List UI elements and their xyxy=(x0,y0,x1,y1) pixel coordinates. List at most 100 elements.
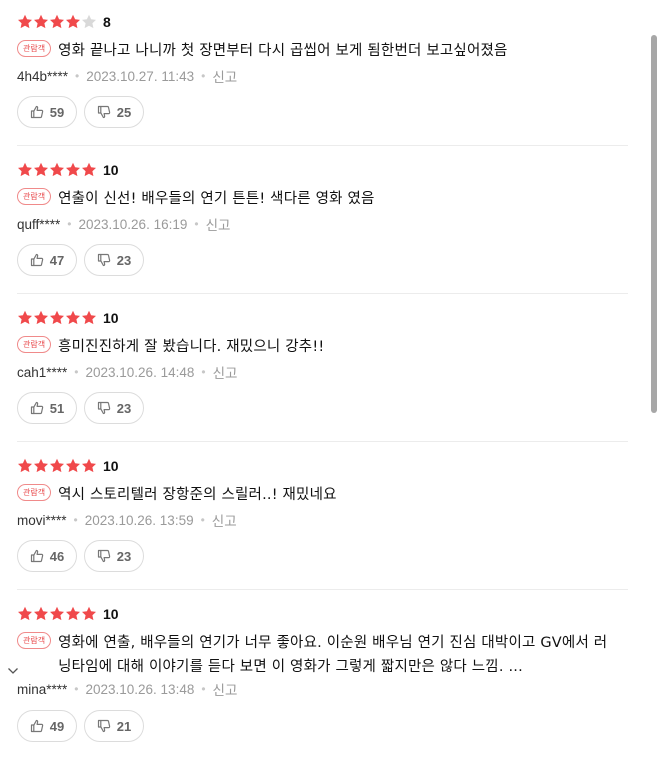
review-author: quff**** xyxy=(17,216,61,232)
report-link[interactable]: 신고 xyxy=(213,362,238,382)
viewer-badge: 관람객 xyxy=(17,632,52,649)
separator-dot: • xyxy=(67,217,72,231)
review-meta: mina**** • 2023.10.26. 13:48 • 신고 xyxy=(17,679,237,699)
like-button[interactable]: 47 xyxy=(17,244,77,276)
thumbs-up-icon xyxy=(30,401,50,415)
dislike-button[interactable]: 23 xyxy=(84,244,144,276)
dislike-count: 25 xyxy=(116,104,132,120)
review-text-row: 관람객 흥미진진하게 잘 봤습니다. 재밌으니 강추!! xyxy=(17,335,626,359)
report-link[interactable]: 신고 xyxy=(213,679,238,699)
rating-row: 8 xyxy=(17,13,111,31)
vote-buttons: 47 23 xyxy=(17,244,144,276)
star-filled-icon xyxy=(33,162,49,178)
dislike-count: 23 xyxy=(116,252,132,268)
review-score: 8 xyxy=(103,14,111,30)
thumbs-up-icon xyxy=(30,549,50,563)
review-meta: movi**** • 2023.10.26. 13:59 • 신고 xyxy=(17,510,237,530)
rating-row: 10 xyxy=(17,161,119,179)
star-filled-icon xyxy=(33,458,49,474)
review-date: 2023.10.26. 13:59 xyxy=(84,512,194,528)
review-score: 10 xyxy=(103,310,119,326)
report-link[interactable]: 신고 xyxy=(206,214,231,234)
star-filled-icon xyxy=(65,14,81,30)
review-author: cah1**** xyxy=(17,364,68,380)
rating-row: 10 xyxy=(17,605,119,623)
review-text: 영화에 연출, 배우들의 연기가 너무 좋아요. 이순원 배우님 연기 진심 대… xyxy=(58,635,608,675)
like-button[interactable]: 59 xyxy=(17,96,77,128)
review-author: 4h4b**** xyxy=(17,68,69,84)
dislike-button[interactable]: 25 xyxy=(84,96,144,128)
review-meta: cah1**** • 2023.10.26. 14:48 • 신고 xyxy=(17,362,237,382)
viewer-badge: 관람객 xyxy=(17,484,52,501)
viewer-badge: 관람객 xyxy=(17,188,52,205)
separator-dot: • xyxy=(74,365,79,379)
review-score: 10 xyxy=(103,458,119,474)
vote-buttons: 51 23 xyxy=(17,392,144,424)
viewer-badge: 관람객 xyxy=(17,40,52,57)
dislike-count: 21 xyxy=(116,718,132,734)
review-date: 2023.10.26. 16:19 xyxy=(78,216,188,232)
like-count: 49 xyxy=(49,718,65,734)
star-filled-icon xyxy=(49,162,65,178)
star-filled-icon xyxy=(17,14,33,30)
vote-buttons: 59 25 xyxy=(17,96,144,128)
review-author: mina**** xyxy=(17,681,68,697)
star-filled-icon xyxy=(33,14,49,30)
rating-row: 10 xyxy=(17,309,119,327)
review-text-row: 관람객 연출이 신선! 배우들의 연기 튼튼! 색다른 영화 였음 xyxy=(17,187,626,211)
review-score: 10 xyxy=(103,606,119,622)
star-rating xyxy=(17,162,97,178)
star-rating xyxy=(17,458,97,474)
separator-dot: • xyxy=(201,682,206,696)
star-filled-icon xyxy=(65,458,81,474)
separator-dot: • xyxy=(200,513,205,527)
review-item: 10 관람객 연출이 신선! 배우들의 연기 튼튼! 색다른 영화 였음 quff**… xyxy=(0,148,646,296)
star-rating xyxy=(17,310,97,326)
like-button[interactable]: 51 xyxy=(17,392,77,424)
star-filled-icon xyxy=(49,310,65,326)
divider xyxy=(17,441,628,442)
thumbs-down-icon xyxy=(97,549,117,563)
review-date: 2023.10.26. 13:48 xyxy=(85,681,195,697)
separator-dot: • xyxy=(201,365,206,379)
report-link[interactable]: 신고 xyxy=(212,66,237,86)
thumbs-down-icon xyxy=(97,719,117,733)
dislike-button[interactable]: 23 xyxy=(84,392,144,424)
thumbs-up-icon xyxy=(30,253,50,267)
thumbs-down-icon xyxy=(97,401,117,415)
review-list: 8 관람객 영화 끝나고 나니까 첫 장면부터 다시 곱씹어 보게 됨한번더 보고싶… xyxy=(0,0,646,762)
report-link[interactable]: 신고 xyxy=(212,510,237,530)
dislike-count: 23 xyxy=(116,548,132,564)
review-score: 10 xyxy=(103,162,119,178)
separator-dot: • xyxy=(73,513,78,527)
thumbs-down-icon xyxy=(97,105,117,119)
thumbs-up-icon xyxy=(30,719,50,733)
scrollbar-track[interactable] xyxy=(646,0,658,763)
review-meta: quff**** • 2023.10.26. 16:19 • 신고 xyxy=(17,214,230,234)
scrollbar-thumb[interactable] xyxy=(651,35,657,413)
star-filled-icon xyxy=(65,310,81,326)
divider xyxy=(17,589,628,590)
review-date: 2023.10.27. 11:43 xyxy=(86,68,195,84)
thumbs-up-icon xyxy=(30,105,50,119)
vote-buttons: 49 21 xyxy=(17,710,144,742)
viewer-badge: 관람객 xyxy=(17,336,52,353)
like-count: 51 xyxy=(49,400,65,416)
review-text-row: 관람객 역시 스토리텔러 장항준의 스릴러..! 재밌네요 xyxy=(17,483,626,507)
review-text: 역시 스토리텔러 장항준의 스릴러..! 재밌네요 xyxy=(58,487,337,503)
review-meta: 4h4b**** • 2023.10.27. 11:43 • 신고 xyxy=(17,66,237,86)
vote-buttons: 46 23 xyxy=(17,540,144,572)
star-empty-icon xyxy=(81,14,97,30)
thumbs-down-icon xyxy=(97,253,117,267)
star-rating xyxy=(17,606,97,622)
rating-row: 10 xyxy=(17,457,119,475)
like-button[interactable]: 49 xyxy=(17,710,77,742)
review-text-row: 관람객 영화 끝나고 나니까 첫 장면부터 다시 곱씹어 보게 됨한번더 보고싶어… xyxy=(17,39,626,63)
chevron-down-icon[interactable] xyxy=(6,663,20,677)
review-item: 10 관람객 흥미진진하게 잘 봤습니다. 재밌으니 강추!! cah1**** • 20… xyxy=(0,296,646,444)
divider xyxy=(17,293,628,294)
like-button[interactable]: 46 xyxy=(17,540,77,572)
dislike-button[interactable]: 21 xyxy=(84,710,144,742)
dislike-button[interactable]: 23 xyxy=(84,540,144,572)
star-filled-icon xyxy=(33,310,49,326)
